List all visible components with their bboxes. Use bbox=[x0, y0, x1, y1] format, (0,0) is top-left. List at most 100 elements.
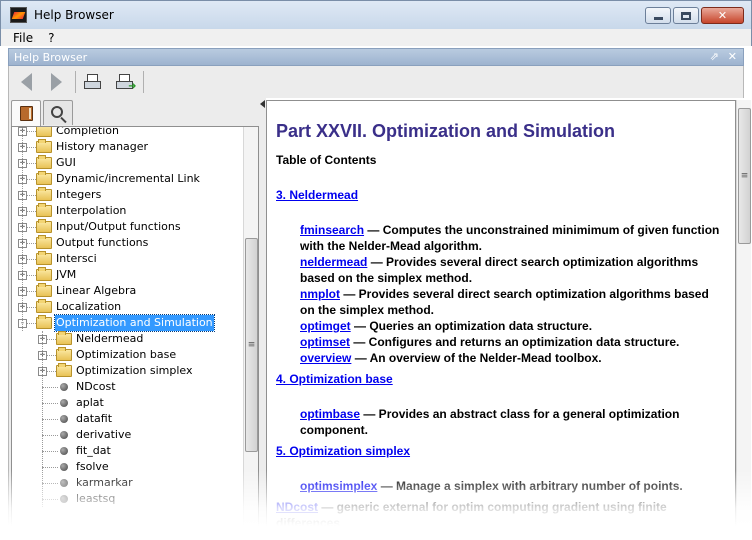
function-description: — Provides several direct search optimiz… bbox=[300, 287, 709, 317]
section-link[interactable]: 3. Neldermead bbox=[276, 187, 358, 203]
tree-leaf-item[interactable]: aplat bbox=[12, 395, 244, 411]
tree-item-label: fit_dat bbox=[76, 444, 111, 457]
tree-folder-item[interactable]: + Optimization simplex bbox=[12, 363, 244, 379]
tree-item-label: Integers bbox=[56, 188, 102, 201]
tree-scrollbar-thumb[interactable]: ≡ bbox=[245, 238, 258, 452]
page-bullet-icon bbox=[60, 399, 68, 407]
function-link[interactable]: optimsimplex bbox=[300, 479, 377, 493]
page-bullet-icon bbox=[60, 463, 68, 471]
section-link[interactable]: 4. Optimization base bbox=[276, 371, 393, 387]
function-link[interactable]: NDcost bbox=[276, 500, 318, 514]
tree-leaf-item[interactable]: NDcost bbox=[12, 379, 244, 395]
tree-folder-item[interactable]: + Intersci bbox=[12, 251, 244, 267]
tree-folder-item[interactable]: + Interpolation bbox=[12, 203, 244, 219]
page-bullet-icon bbox=[60, 479, 68, 487]
tab-search[interactable] bbox=[43, 100, 73, 125]
folder-icon bbox=[56, 331, 72, 345]
toc-entry: optimsimplex — Manage a simplex with arb… bbox=[300, 478, 724, 494]
window-titlebar: Help Browser ✕ bbox=[0, 0, 752, 29]
tree-folder-item[interactable]: + Optimization base bbox=[12, 347, 244, 363]
tree-scrollbar[interactable]: ≡ bbox=[243, 127, 258, 539]
toc-entry: neldermead — Provides several direct sea… bbox=[300, 254, 724, 286]
help-content: Part XXVII. Optimization and Simulation … bbox=[276, 119, 724, 531]
help-content-pane: Part XXVII. Optimization and Simulation … bbox=[266, 100, 736, 540]
tree-leaf-item[interactable]: datafit bbox=[12, 411, 244, 427]
tree-folder-item[interactable]: + Neldermead bbox=[12, 331, 244, 347]
content-scrollbar-thumb[interactable]: ≡ bbox=[738, 108, 751, 244]
toc-entry: optimget — Queries an optimization data … bbox=[300, 318, 724, 334]
tree-guide-line bbox=[22, 127, 23, 331]
tree-item-label: History manager bbox=[56, 140, 149, 153]
function-link[interactable]: fminsearch bbox=[300, 223, 364, 237]
dock-close-icon[interactable]: ✕ bbox=[728, 50, 737, 63]
print-preview-button[interactable]: ➜ bbox=[113, 71, 137, 93]
tree-item-label: Optimization base bbox=[76, 348, 177, 361]
function-link[interactable]: optimset bbox=[300, 335, 350, 349]
folder-icon bbox=[36, 187, 52, 201]
content-scrollbar[interactable]: ≡ bbox=[736, 100, 751, 540]
tree-leaf-item[interactable]: fit_dat bbox=[12, 443, 244, 459]
collapse-arrow-icon[interactable] bbox=[260, 100, 265, 108]
tree-folder-item[interactable]: + History manager bbox=[12, 139, 244, 155]
function-link[interactable]: optimget bbox=[300, 319, 351, 333]
folder-icon bbox=[56, 363, 72, 377]
tree-folder-item[interactable]: + Integers bbox=[12, 187, 244, 203]
tree-folder-item[interactable]: + Completion bbox=[12, 126, 244, 139]
toolbar: ➜ bbox=[8, 66, 744, 98]
print-button[interactable] bbox=[81, 71, 103, 93]
section-link[interactable]: 5. Optimization simplex bbox=[276, 443, 410, 459]
function-link[interactable]: neldermead bbox=[300, 255, 367, 269]
close-button[interactable]: ✕ bbox=[701, 7, 744, 24]
tree-item-label: Neldermead bbox=[76, 332, 144, 345]
folder-icon bbox=[36, 315, 52, 329]
tree-folder-item[interactable]: + Linear Algebra bbox=[12, 283, 244, 299]
tree-item-label: leastsq bbox=[76, 492, 116, 505]
search-icon bbox=[51, 106, 63, 118]
toolbar-separator bbox=[75, 71, 76, 93]
tree-item-label: Input/Output functions bbox=[56, 220, 181, 233]
function-link[interactable]: optimbase bbox=[300, 407, 360, 421]
tree-leaf-item[interactable]: derivative bbox=[12, 427, 244, 443]
tree-folder-item[interactable]: + Localization bbox=[12, 299, 244, 315]
toc-entry: overview — An overview of the Nelder-Mea… bbox=[300, 350, 724, 366]
minimize-button[interactable] bbox=[645, 7, 671, 24]
navigation-pane: + Completion + History manager + GUI + Dynamic/… bbox=[8, 98, 260, 540]
tree-item-label: JVM bbox=[56, 268, 77, 281]
menu-help[interactable]: ? bbox=[48, 31, 54, 45]
tree-folder-item[interactable]: + Input/Output functions bbox=[12, 219, 244, 235]
tree-leaf-item[interactable]: leastsq bbox=[12, 491, 244, 507]
back-button[interactable] bbox=[15, 71, 37, 93]
tree-folder-item[interactable]: + Dynamic/incremental Link bbox=[12, 171, 244, 187]
tree-leaf-item[interactable]: karmarkar bbox=[12, 475, 244, 491]
function-link[interactable]: nmplot bbox=[300, 287, 340, 301]
function-link[interactable]: overview bbox=[300, 351, 351, 365]
tree-folder-item[interactable]: - Optimization and Simulation bbox=[12, 314, 244, 332]
toc-entry: optimset — Configures and returns an opt… bbox=[300, 334, 724, 350]
tree-item-label: NDcost bbox=[76, 380, 116, 393]
toc-sections: 3. Neldermead fminsearch — Computes the u… bbox=[276, 187, 724, 531]
tree-item-label: GUI bbox=[56, 156, 76, 169]
maximize-button[interactable] bbox=[673, 7, 699, 24]
folder-icon bbox=[36, 299, 52, 313]
tree-item-label: karmarkar bbox=[76, 476, 133, 489]
forward-button[interactable] bbox=[45, 71, 67, 93]
toc-entry: NDcost — generic external for optim comp… bbox=[276, 499, 724, 531]
toc-heading: Table of Contents bbox=[276, 153, 377, 167]
tree-item-label: Completion bbox=[56, 126, 120, 137]
folder-icon bbox=[36, 219, 52, 233]
menu-file[interactable]: File bbox=[13, 31, 33, 45]
tree-folder-item[interactable]: + Output functions bbox=[12, 235, 244, 251]
tree-item-label: Dynamic/incremental Link bbox=[56, 172, 200, 185]
tree-folder-item[interactable]: + JVM bbox=[12, 267, 244, 283]
function-description: — Configures and returns an optimization… bbox=[350, 335, 680, 349]
tab-contents[interactable] bbox=[11, 100, 41, 126]
folder-icon bbox=[56, 347, 72, 361]
dock-title: Help Browser bbox=[14, 50, 88, 64]
close-icon: ✕ bbox=[717, 9, 728, 22]
book-icon bbox=[19, 106, 33, 121]
undock-icon[interactable]: ⇗ bbox=[710, 50, 719, 63]
tree-folder-item[interactable]: + GUI bbox=[12, 155, 244, 171]
tree-item-label: Optimization and Simulation bbox=[54, 314, 215, 332]
tree-leaf-item[interactable]: fsolve bbox=[12, 459, 244, 475]
contents-tree[interactable]: + Completion + History manager + GUI + Dynamic/… bbox=[11, 126, 259, 540]
